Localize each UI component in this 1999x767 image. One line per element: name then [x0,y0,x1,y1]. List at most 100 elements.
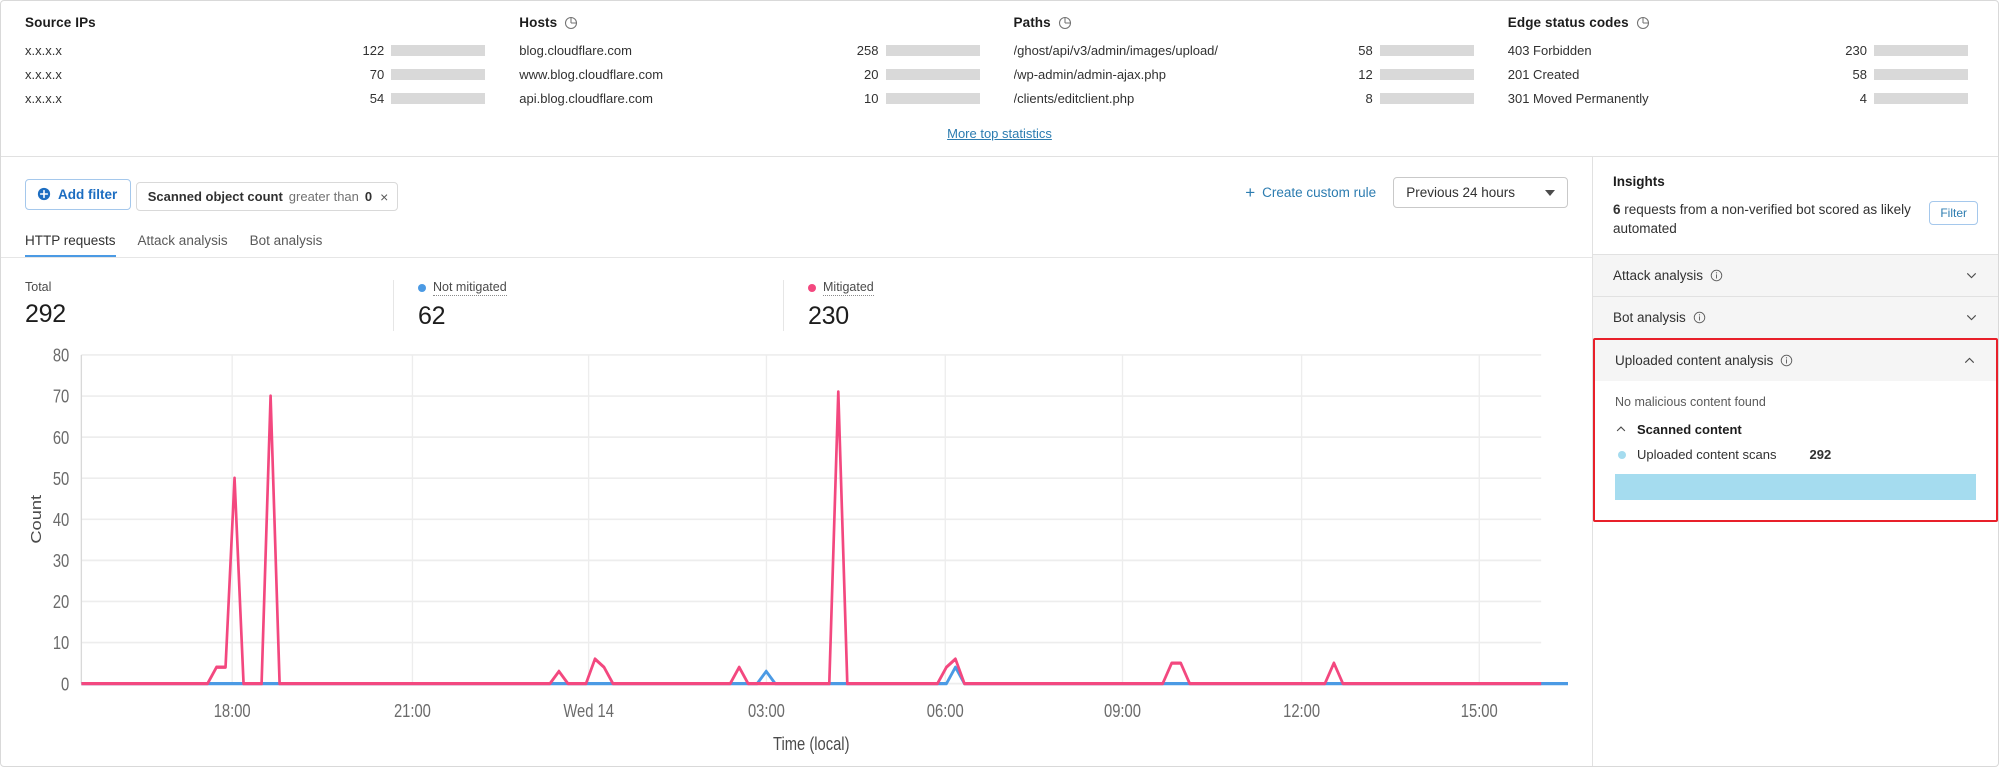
no-malicious-content-text: No malicious content found [1615,395,1766,409]
svg-text:70: 70 [53,386,69,407]
pie-chart-icon[interactable] [1636,16,1650,30]
plus-icon: + [1245,183,1256,202]
stat-row-value: 4 [1859,91,1867,106]
uploaded-content-scans-count: 292 [1809,447,1832,462]
stat-row-label: x.x.x.x [25,43,62,58]
pie-chart-icon[interactable] [564,16,578,30]
filter-chip[interactable]: Scanned object count greater than 0 × [135,182,399,211]
stat-row[interactable]: 201 Created 58 [1508,67,1968,82]
uploaded-content-scans-label: Uploaded content scans [1637,447,1777,462]
add-filter-label: Add filter [58,186,118,202]
stat-row-bar [1874,45,1968,56]
body: Add filter Scanned object count greater … [1,157,1998,766]
accordion-uploaded-content-analysis[interactable]: Uploaded content analysis [1595,340,1996,381]
stat-row-bar [391,93,486,104]
more-top-statistics-link[interactable]: More top statistics [947,126,1052,141]
svg-text:Wed 14: Wed 14 [563,700,614,721]
stat-row-bar [885,69,980,80]
stat-row-value: 12 [1358,67,1373,82]
stat-title-text: Hosts [519,15,558,30]
info-icon[interactable] [1780,354,1793,367]
create-custom-rule-button[interactable]: + Create custom rule [1245,184,1376,201]
insight-item: 6 requests from a non-verified bot score… [1613,200,1978,238]
stat-row-label: x.x.x.x [25,91,62,106]
stat-row-label: /ghost/api/v3/admin/images/upload/ [1013,43,1219,58]
stat-column-title: Source IPs [25,15,485,30]
accordion-title: Attack analysis [1613,268,1965,283]
svg-text:40: 40 [53,509,69,530]
stat-row[interactable]: /wp-admin/admin-ajax.php 12 [1014,67,1474,82]
metric-value: 62 [418,302,446,330]
tab-attack-analysis[interactable]: Attack analysis [138,233,228,257]
stat-column-title: Hosts [519,15,979,30]
close-icon[interactable]: × [378,190,388,204]
metric-label-text[interactable]: Not mitigated [433,280,507,296]
svg-text:20: 20 [53,592,69,613]
stat-row[interactable]: www.blog.cloudflare.com 20 [519,67,980,82]
svg-text:10: 10 [53,633,69,654]
insights-header: Insights 6 requests from a non-verified … [1593,157,1998,254]
stat-row[interactable]: x.x.x.x 54 [25,91,486,106]
filter-actions: + Create custom rule Previous 24 hours [1245,173,1568,208]
create-custom-rule-label: Create custom rule [1262,185,1377,200]
scanned-content-toggle[interactable]: Scanned content [1615,422,1976,437]
stat-row[interactable]: /ghost/api/v3/admin/images/upload/ 58 [1014,43,1474,58]
metric-label-text: Total [25,280,52,294]
tab-bot-analysis[interactable]: Bot analysis [250,233,323,257]
stat-row-label: 301 Moved Permanently [1507,91,1649,106]
stat-row-value: 70 [369,67,385,82]
metric-value: 292 [25,300,66,328]
chevron-down-icon [1965,269,1978,282]
stat-column-edge-status-codes: Edge status codes 403 Forbidden 230 201 … [1508,15,1974,115]
info-icon[interactable] [1710,269,1723,282]
add-filter-button[interactable]: Add filter [25,178,132,210]
stat-title-text: Paths [1013,15,1051,30]
accordion-bot-analysis[interactable]: Bot analysis [1593,296,1998,338]
stat-row[interactable]: api.blog.cloudflare.com 10 [519,91,980,106]
accordion-attack-analysis[interactable]: Attack analysis [1593,254,1998,296]
stat-row-value: 10 [864,91,879,106]
chevron-down-icon [1965,311,1978,324]
stat-row[interactable]: 403 Forbidden 230 [1508,43,1968,58]
stat-row-value: 122 [362,43,385,58]
stat-title-text: Source IPs [25,15,96,30]
requests-time-series-chart[interactable]: 0 10 20 30 40 50 60 70 80 18:00 21:00 Wed 14 03:00 06… [1,331,1592,766]
metric-label: Not mitigated [418,280,753,296]
stat-row[interactable]: 301 Moved Permanently 4 [1508,91,1968,106]
stat-row-bar [1379,93,1474,104]
stat-row[interactable]: /clients/editclient.php 8 [1014,91,1474,106]
stat-row-bar [1874,93,1968,104]
svg-text:18:00: 18:00 [214,700,251,721]
metric-not-mitigated: Not mitigated 62 [393,280,783,331]
time-range-value: Previous 24 hours [1406,185,1515,200]
chevron-down-icon [1545,189,1555,196]
stat-row-bar [391,45,486,56]
plus-circle-icon [37,187,51,201]
uploaded-content-scans-bar [1615,474,1976,500]
metric-label-text[interactable]: Mitigated [823,280,874,296]
stat-row[interactable]: x.x.x.x 122 [25,43,486,58]
svg-text:21:00: 21:00 [394,700,431,721]
svg-text:50: 50 [53,468,69,489]
metric-mitigated: Mitigated 230 [783,280,1163,331]
pie-chart-icon[interactable] [1058,16,1072,30]
time-range-select[interactable]: Previous 24 hours [1393,177,1568,208]
accordion-title-text: Bot analysis [1613,310,1686,325]
metric-value: 230 [808,302,849,330]
insight-filter-button[interactable]: Filter [1929,201,1978,225]
filter-chip-operator: greater than [288,189,359,204]
insight-count: 6 [1613,202,1621,217]
stat-row[interactable]: blog.cloudflare.com 258 [519,43,980,58]
metric-label: Total [25,280,363,294]
uploaded-content-body: No malicious content found Scanned conte… [1595,381,1996,520]
stat-row-value: 58 [1358,43,1373,58]
stat-row-value: 8 [1365,91,1373,106]
tab-http-requests[interactable]: HTTP requests [25,233,116,257]
chevron-up-icon [1615,423,1628,436]
stat-row-label: www.blog.cloudflare.com [519,67,664,82]
info-icon[interactable] [1693,311,1706,324]
accordion-title: Uploaded content analysis [1615,353,1963,368]
stat-row-bar [885,45,980,56]
stat-row[interactable]: x.x.x.x 70 [25,67,486,82]
tab-bar: HTTP requests Attack analysis Bot analys… [1,211,1592,257]
